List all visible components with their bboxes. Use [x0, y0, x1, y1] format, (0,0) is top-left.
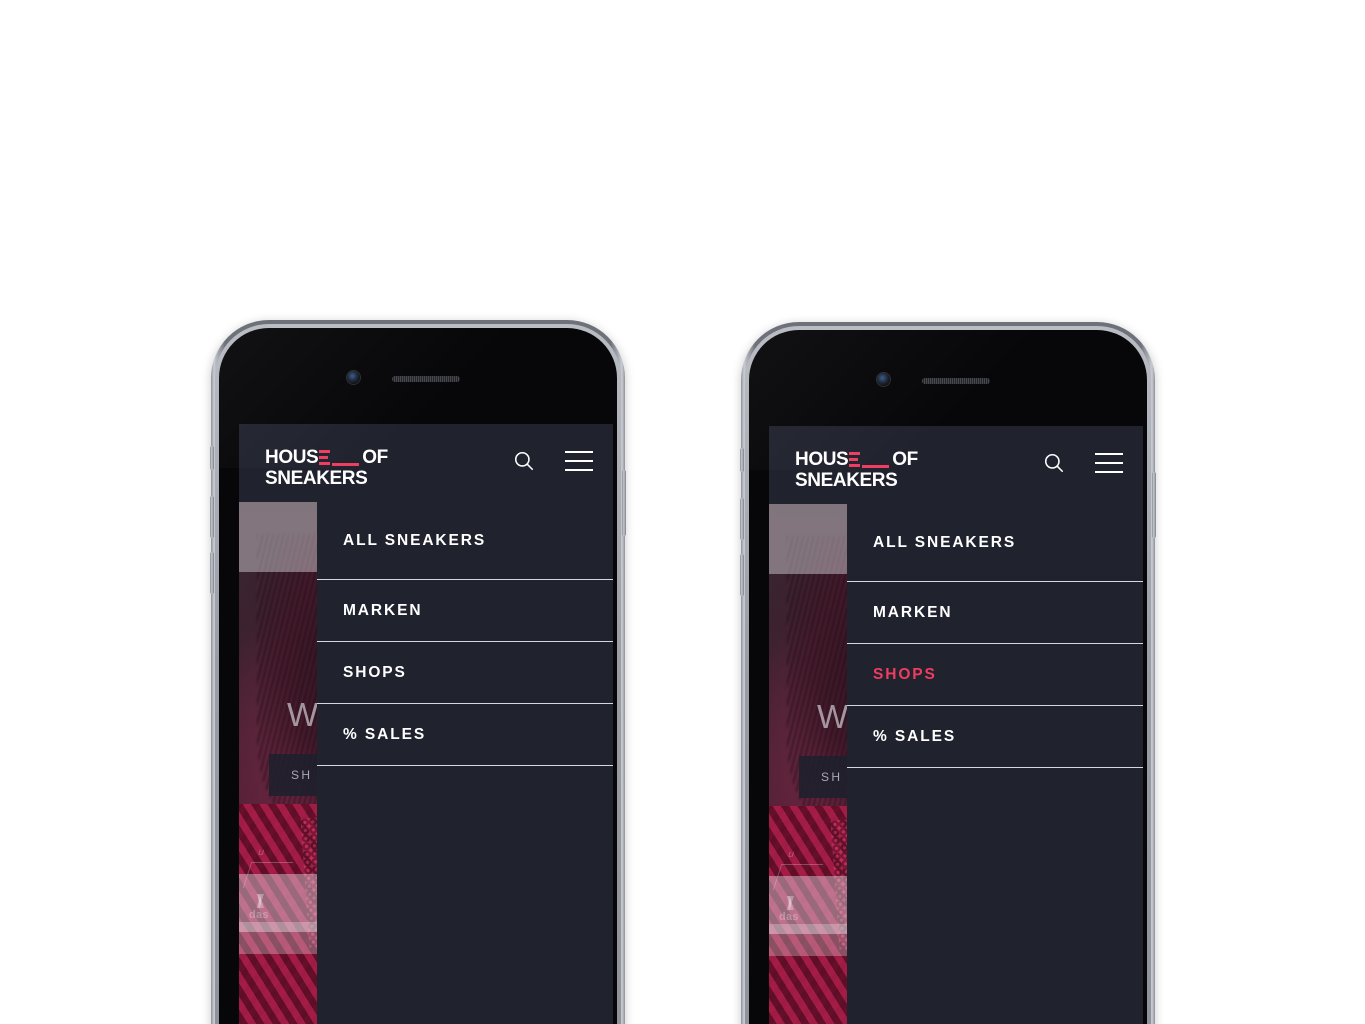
brand-logo-line-1: HOUS OF [265, 448, 395, 467]
logo-e-bars-icon [849, 452, 861, 467]
brand-logo-sneakers: SNEAKERS [265, 468, 368, 489]
mute-switch-button[interactable] [210, 446, 214, 470]
earpiece-speaker [392, 376, 460, 382]
brand-logo[interactable]: HOUS OF SNEAKERS [265, 448, 395, 488]
earpiece-speaker [922, 378, 990, 384]
logo-e-bars-icon [319, 450, 331, 465]
hero-grey-block-bottom [769, 924, 847, 956]
menu-item-shops[interactable]: SHOPS [317, 642, 613, 704]
nav-drawer-right: ALL SNEAKERS MARKEN SHOPS % SALES [847, 504, 1143, 1024]
brand-logo-hous: HOUS [795, 449, 849, 470]
menu-item-marken[interactable]: MARKEN [847, 582, 1143, 644]
front-camera-icon [347, 371, 360, 384]
hero-grey-block-bottom [239, 922, 317, 954]
volume-up-button[interactable] [740, 498, 744, 540]
mockup-canvas: u das W SH ALL SNEAKERS MARKEN SHOPS % S… [0, 0, 1365, 1024]
menu-item-label: MARKEN [343, 601, 423, 619]
power-button[interactable] [622, 470, 626, 536]
brand-logo-sneakers: SNEAKERS [795, 470, 898, 491]
device-glass-face: u das W SH ALL SNEAKERS MARKEN SHOPS % S… [219, 328, 617, 1024]
menu-item-all-sneakers[interactable]: ALL SNEAKERS [317, 502, 613, 580]
menu-item-all-sneakers[interactable]: ALL SNEAKERS [847, 504, 1143, 582]
menu-item-shops[interactable]: SHOPS [847, 644, 1143, 706]
menu-item-marken[interactable]: MARKEN [317, 580, 613, 642]
phone-screen-left: u das W SH ALL SNEAKERS MARKEN SHOPS % S… [239, 424, 613, 1024]
menu-item-sales[interactable]: % SALES [847, 706, 1143, 768]
nav-drawer-left: ALL SNEAKERS MARKEN SHOPS % SALES [317, 502, 613, 1024]
menu-item-label: % SALES [343, 725, 427, 743]
app-header-right: HOUS OF SNEAKERS [769, 426, 1143, 504]
hamburger-icon[interactable] [565, 451, 593, 471]
menu-item-label: % SALES [873, 727, 957, 745]
brand-logo-hous: HOUS [265, 447, 319, 468]
brand-logo-line-2: SNEAKERS [795, 471, 925, 490]
phone-device-left: u das W SH ALL SNEAKERS MARKEN SHOPS % S… [210, 320, 626, 1024]
power-button[interactable] [1152, 472, 1156, 538]
phone-device-right: u das W SH ALL SNEAKERS MARKEN SHOPS % S… [740, 322, 1156, 1024]
menu-item-label: ALL SNEAKERS [873, 533, 1017, 551]
hero-grey-block-top [239, 502, 317, 572]
front-camera-icon [877, 373, 890, 386]
hero-headline: W [817, 698, 850, 735]
header-actions [513, 450, 593, 472]
menu-item-label: SHOPS [343, 663, 407, 681]
menu-item-label: ALL SNEAKERS [343, 531, 487, 549]
logo-underline-bar-icon [862, 465, 890, 468]
brand-logo-line-2: SNEAKERS [265, 469, 395, 488]
menu-item-label: SHOPS [873, 665, 937, 683]
brand-logo-of: OF [362, 447, 388, 468]
hero-grey-block-top [769, 504, 847, 574]
menu-item-sales[interactable]: % SALES [317, 704, 613, 766]
mute-switch-button[interactable] [740, 448, 744, 472]
volume-up-button[interactable] [210, 496, 214, 538]
search-icon[interactable] [1043, 452, 1065, 474]
header-actions [1043, 452, 1123, 474]
brand-logo-line-1: HOUS OF [795, 450, 925, 469]
app-header-left: HOUS OF SNEAKERS [239, 424, 613, 502]
device-glass-face: u das W SH ALL SNEAKERS MARKEN SHOPS % S… [749, 330, 1147, 1024]
brand-logo[interactable]: HOUS OF SNEAKERS [795, 450, 925, 490]
logo-underline-bar-icon [332, 463, 360, 466]
search-icon[interactable] [513, 450, 535, 472]
phone-screen-right: u das W SH ALL SNEAKERS MARKEN SHOPS % S… [769, 426, 1143, 1024]
menu-item-label: MARKEN [873, 603, 953, 621]
hamburger-icon[interactable] [1095, 453, 1123, 473]
hero-headline: W [287, 696, 320, 733]
brand-logo-of: OF [892, 449, 918, 470]
volume-down-button[interactable] [740, 554, 744, 596]
volume-down-button[interactable] [210, 552, 214, 594]
